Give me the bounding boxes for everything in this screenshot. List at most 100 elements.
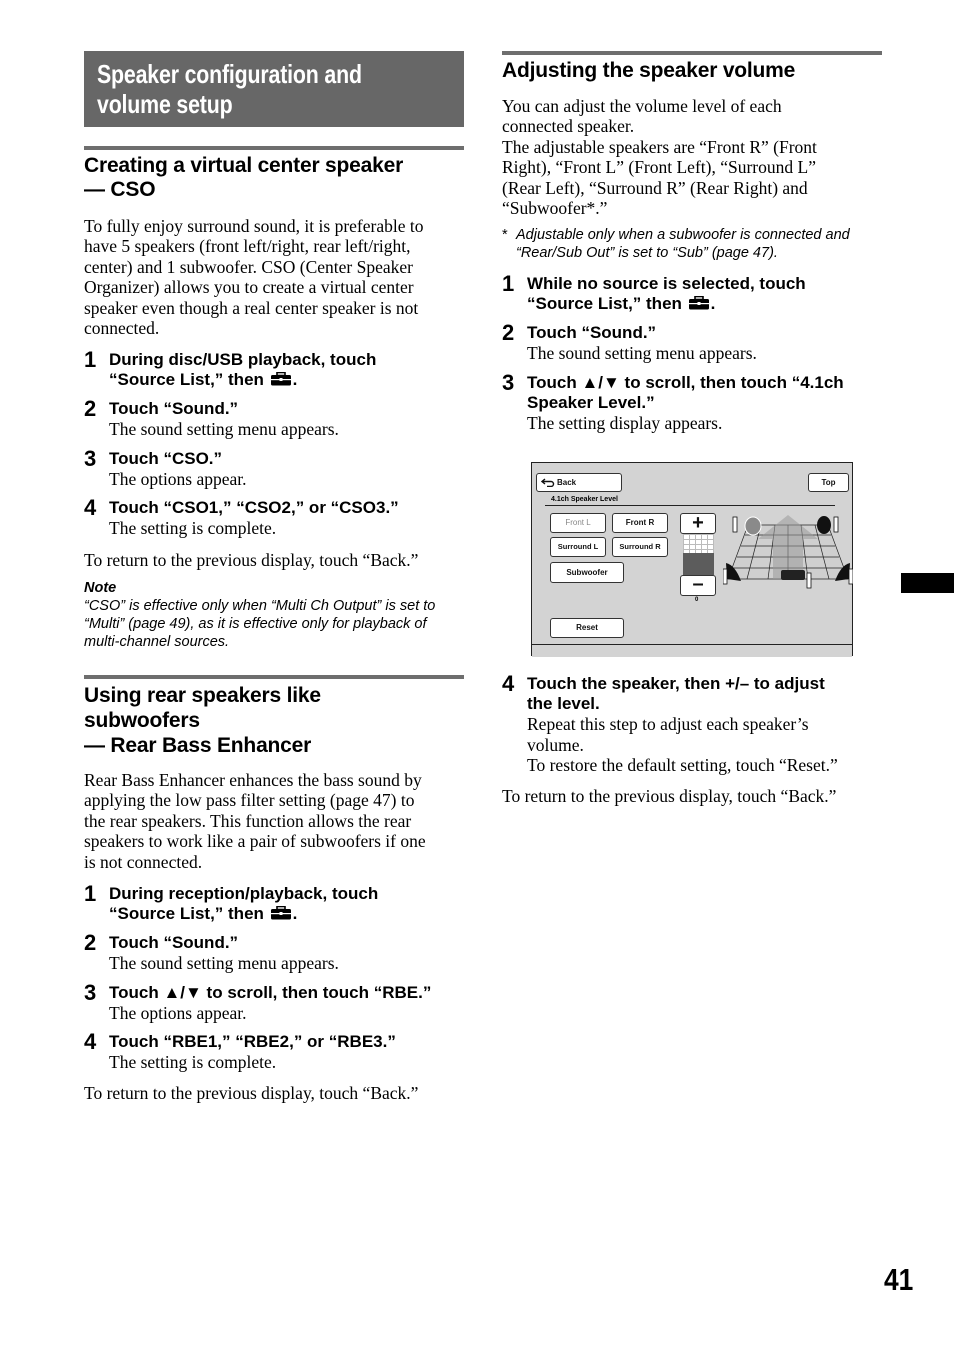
text-line: To fully enjoy surround sound, it is pre… — [84, 216, 424, 236]
speaker-button-subwoofer[interactable]: Subwoofer — [550, 562, 624, 583]
speaker-button-surround-r[interactable]: Surround R — [612, 537, 668, 557]
minus-label: – — [692, 573, 704, 595]
text-line: the rear speakers. This function allows … — [84, 810, 412, 831]
speaker-subwoofer-icon[interactable] — [781, 570, 805, 580]
rbe-step-2: 2 Touch “Sound.” The sound setting menu … — [84, 930, 464, 974]
step-title: Touch ▲/▼ to scroll, then touch “RBE.” — [109, 982, 432, 1002]
step-title: Touch “RBE1,” “RBE2,” or “RBE3.” — [109, 1031, 396, 1051]
text-line: “Subwoofer*.” — [502, 198, 608, 219]
rbe-heading: Using rear speakers like subwoofers — Re… — [84, 683, 464, 758]
text-line: Adjustable only when a subwoofer is conn… — [516, 227, 850, 244]
footnote-mark: * — [502, 227, 508, 244]
speaker-button-surround-l[interactable]: Surround L — [550, 537, 606, 557]
text-line: Right), “Front L” (Front Left), “Surroun… — [502, 157, 816, 178]
back-label: Back — [557, 478, 577, 487]
toolbox-icon — [688, 296, 709, 310]
text-line: “CSO” is effective only when “Multi Ch O… — [84, 598, 436, 615]
step-number: 2 — [84, 930, 97, 956]
screen-bottom-strip — [532, 644, 852, 657]
step-desc: Repeat this step to adjust each speaker’… — [527, 714, 809, 735]
speaker-front-l-icon[interactable] — [744, 516, 762, 536]
text-line: Organizer) allows you to create a virtua… — [84, 277, 414, 298]
step-title: Touch ▲/▼ to scroll, then touch “4.1ch — [527, 372, 844, 392]
page-title-line: volume setup — [97, 89, 233, 119]
step-desc: The sound setting menu appears. — [109, 953, 339, 974]
reset-button[interactable]: Reset — [550, 618, 624, 638]
speaker-layout-diagram — [723, 515, 853, 589]
step-title: Touch “Sound.” — [109, 399, 239, 419]
plus-button[interactable]: + — [680, 513, 716, 534]
step-title: “Source List,” then — [109, 370, 264, 390]
speaker-front-r-icon[interactable] — [817, 516, 831, 534]
top-button[interactable]: Top — [808, 473, 849, 492]
speaker-level-screen: Back Top 4.1ch Speaker Level Front L Fro… — [531, 462, 853, 657]
rbe-step-3: 3 Touch ▲/▼ to scroll, then touch “RBE.”… — [84, 980, 464, 1023]
volume-step-1: 1 While no source is selected, touch “Sou… — [502, 271, 806, 314]
page-number: 41 — [884, 1262, 914, 1297]
cso-step-4: 4 Touch “CSO1,” “CSO2,” or “CSO3.” The s… — [84, 495, 464, 539]
cso-heading: Creating a virtual center speaker — CSO — [84, 154, 464, 202]
step-number: 4 — [84, 495, 97, 521]
left-column: Speaker configuration and volume setup C… — [84, 51, 464, 1104]
minus-button[interactable]: – — [680, 573, 716, 596]
footnote: * Adjustable only when a subwoofer is co… — [502, 226, 882, 262]
screen-title: 4.1ch Speaker Level — [551, 496, 618, 503]
text-line: is not connected. — [84, 851, 203, 872]
step-number: 1 — [84, 881, 97, 907]
cso-intro: To fully enjoy surround sound, it is pre… — [84, 216, 464, 338]
text-line: speaker even though a real center speake… — [84, 297, 419, 318]
button-label: Surround L — [557, 542, 599, 551]
volume-step-4: 4 Touch the speaker, then +/– to adjust t… — [502, 671, 882, 776]
back-button[interactable]: Back — [536, 473, 622, 492]
volume-intro: You can adjust the volume level of each … — [502, 96, 882, 218]
step-desc: The options appear. — [109, 468, 247, 489]
note-heading: Note — [84, 580, 117, 597]
step-number: 3 — [84, 445, 97, 471]
section-rule — [84, 675, 464, 680]
volume-step-3: 3 Touch ▲/▼ to scroll, then touch “4.1ch… — [502, 369, 882, 433]
cso-step-2: 2 Touch “Sound.” The sound setting menu … — [84, 396, 464, 439]
text-line: have 5 speakers (front left/right, rear … — [84, 236, 411, 257]
title-divider — [545, 505, 835, 506]
button-label: Front L — [565, 518, 591, 527]
heading-line: subwoofers — [84, 709, 200, 733]
text-line: speakers to work like a pair of subwoofe… — [84, 831, 426, 852]
text-line: “Rear/Sub Out” is set to “Sub” (page 47)… — [516, 245, 778, 262]
heading-line: — CSO — [84, 178, 156, 201]
step-desc: The setting is complete. — [109, 518, 277, 539]
section-rule — [502, 51, 882, 55]
level-value: 0 — [695, 597, 699, 603]
text-line: connected. — [84, 318, 160, 339]
speaker-button-front-l[interactable]: Front L — [550, 513, 606, 533]
step-desc: volume. — [527, 734, 584, 755]
step-number: 2 — [84, 396, 97, 422]
step-title: During disc/USB playback, touch — [109, 350, 377, 370]
level-meter-empty — [683, 534, 714, 553]
step-desc: The sound setting menu appears. — [527, 343, 757, 364]
note-text: “CSO” is effective only when “Multi Ch O… — [84, 597, 464, 651]
step-desc: To restore the default setting, touch “R… — [527, 755, 838, 776]
step-title: Touch “CSO.” — [109, 448, 223, 468]
step-desc: The setting display appears. — [527, 412, 723, 433]
step-number: 1 — [502, 271, 515, 297]
step-title: the level. — [527, 694, 600, 714]
step-title: During reception/playback, touch — [109, 884, 379, 904]
cso-step-3: 3 Touch “CSO.” The options appear. — [84, 445, 464, 489]
rbe-intro: Rear Bass Enhancer enhances the bass sou… — [84, 770, 464, 872]
button-label: Front R — [625, 518, 655, 527]
text-line: connected speaker. — [502, 116, 635, 137]
step-number: 4 — [84, 1028, 97, 1054]
step-desc: The options appear. — [109, 1002, 247, 1023]
heading-line: Creating a virtual center speaker — [84, 154, 404, 177]
level-meter — [683, 534, 714, 575]
right-column: Adjusting the speaker volume You can adj… — [502, 51, 882, 807]
toolbox-icon — [270, 906, 291, 920]
speaker-button-front-r[interactable]: Front R — [612, 513, 668, 533]
cso-step-1: 1 During disc/USB playback, touch “Source… — [84, 347, 377, 390]
step-number: 3 — [502, 369, 515, 395]
step-title: Touch the speaker, then +/– to adjust — [527, 674, 825, 694]
volume-step-2: 2 Touch “Sound.” The sound setting menu … — [502, 320, 882, 364]
section-rule — [84, 146, 464, 150]
step-desc: The setting is complete. — [109, 1051, 277, 1072]
reset-label: Reset — [576, 623, 598, 632]
